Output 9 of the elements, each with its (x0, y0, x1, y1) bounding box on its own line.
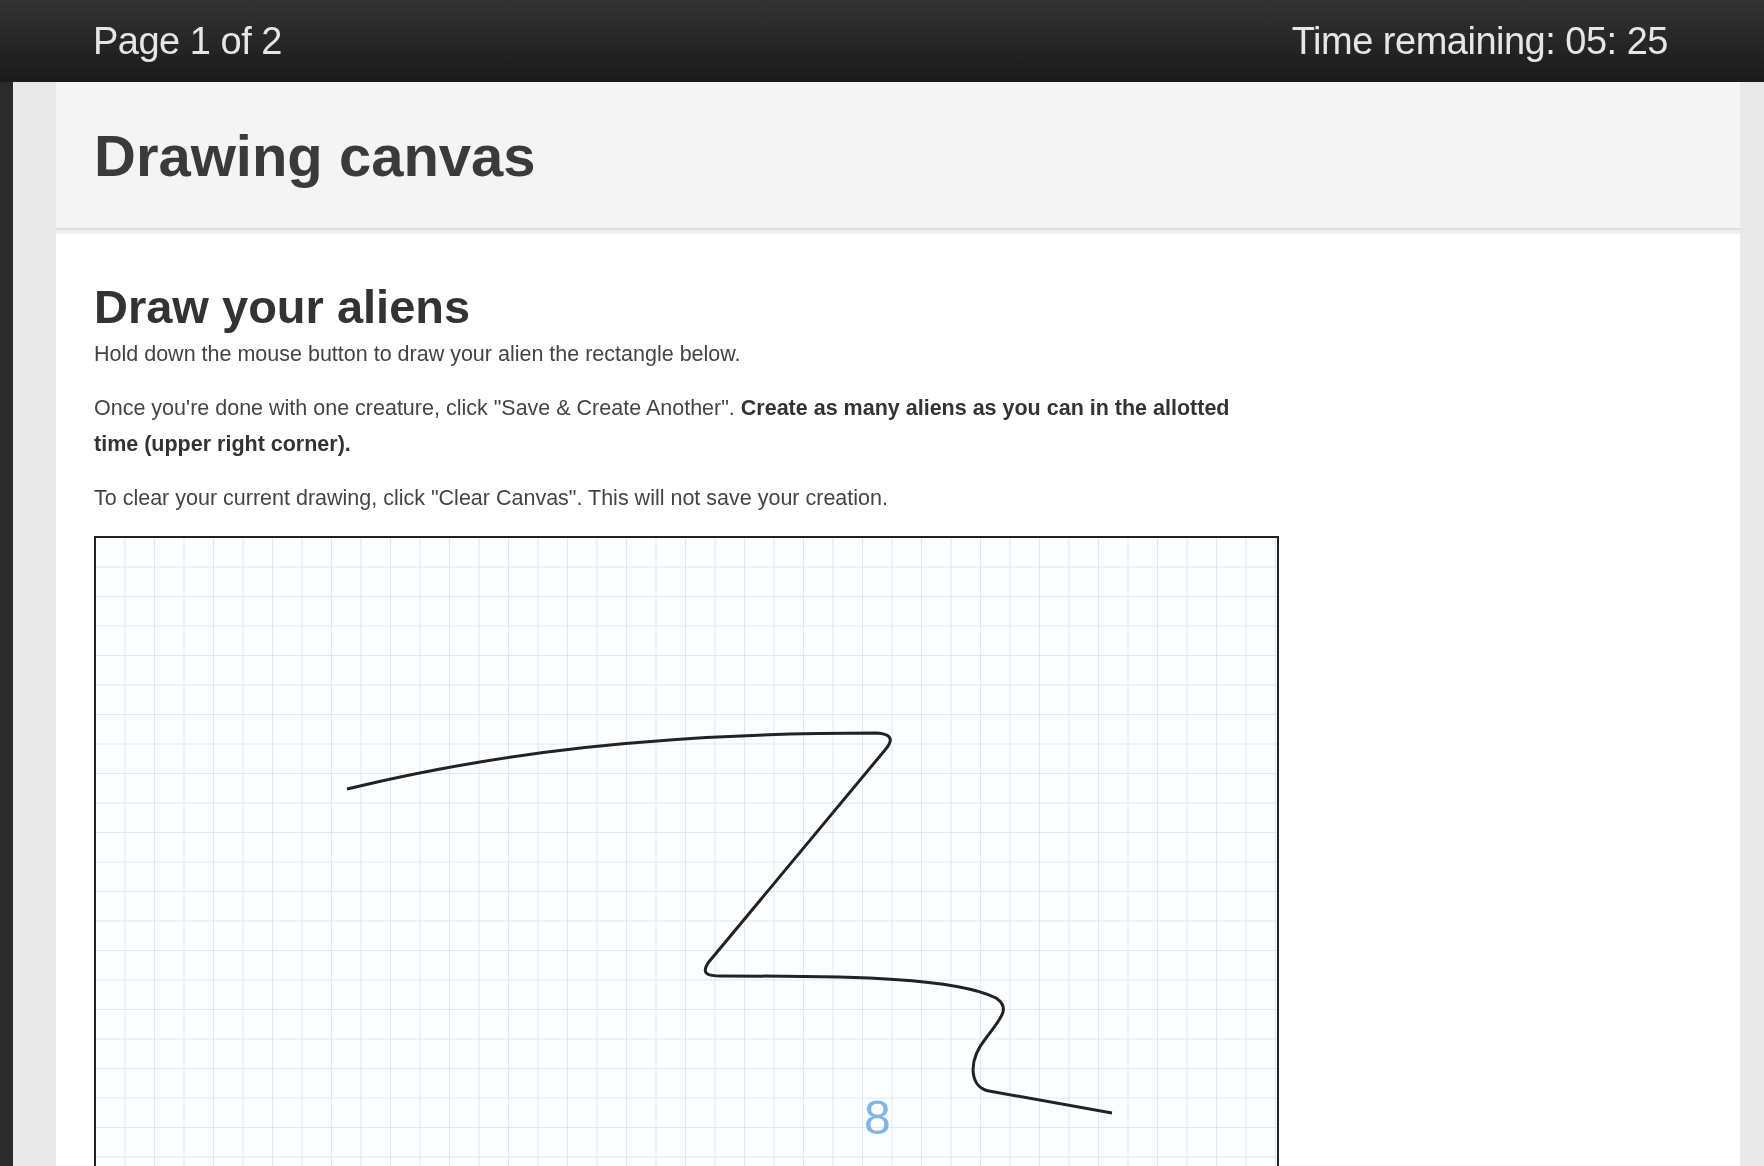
drawing-canvas[interactable]: 8 (94, 535, 1279, 1166)
canvas-mark: 8 (864, 1089, 891, 1145)
instruction-text: To clear your current drawing, click "Clear Canvas". This will not save your creation. (94, 484, 889, 512)
page-title: Drawing canvas (94, 121, 536, 189)
timer-text: Time remaining: 05: 25 (1291, 19, 1668, 63)
instruction-text: Once you're done with one creature, click "Save & Create Another". Create as many aliens as you can in the allotted time (upper right corner). (94, 394, 1231, 458)
section-heading: Draw your aliens (94, 279, 472, 335)
instruction-text: Hold down the mouse button to draw your alien the rectangle below. (94, 340, 742, 368)
page-indicator: Page 1 of 2 (93, 19, 282, 63)
